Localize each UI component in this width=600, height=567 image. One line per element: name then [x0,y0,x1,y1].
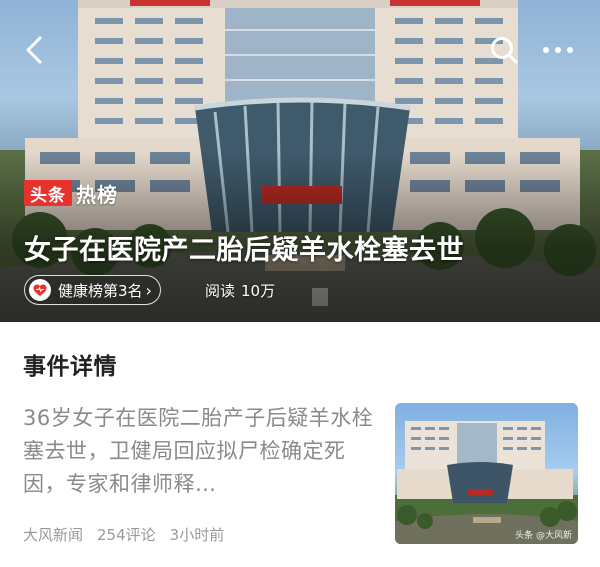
search-icon [491,37,518,64]
news-meta: 大风新闻 254评论 3小时前 [23,524,224,545]
rank-badge[interactable]: 健康榜第3名 › [24,275,161,305]
chevron-right-icon: › [145,280,152,300]
hot-list-logo: 头条 热榜 [24,178,118,208]
more-icon [543,47,573,53]
news-summary: 36岁女子在医院二胎产子后疑羊水栓塞去世，卫健局回应拟尸检确定死因，专家和律师释… [23,406,374,496]
thumbnail-watermark: 头条 @大风新 [515,531,572,541]
back-button[interactable] [14,30,54,70]
back-arrow-icon [26,36,42,64]
news-time: 3小时前 [169,526,225,544]
reads-label: 阅读 [205,282,236,300]
news-card[interactable]: 36岁女子在医院二胎产子后疑羊水栓塞去世，卫健局回应拟尸检确定死因，专家和律师释… [0,390,600,560]
reads-value: 10万 [241,282,276,300]
search-button[interactable] [484,30,524,70]
page-title: 女子在医院产二胎后疑羊水栓塞去世 [24,235,464,266]
read-count: 阅读 10万 [205,280,275,301]
brand-text: 热榜 [76,182,118,207]
news-thumbnail: 头条 @大风新 [395,403,578,544]
more-button[interactable] [538,30,578,70]
heart-icon [29,279,51,301]
brand-tag: 头条 [24,180,72,206]
section-title: 事件详情 [23,354,117,380]
rank-label: 健康榜第3名 [58,281,143,300]
news-comments: 254评论 [97,526,156,544]
hero-banner: 头条 热榜 女子在医院产二胎后疑羊水栓塞去世 健康榜第3名 › 阅读 10万 [0,0,600,322]
news-source: 大风新闻 [23,526,84,544]
